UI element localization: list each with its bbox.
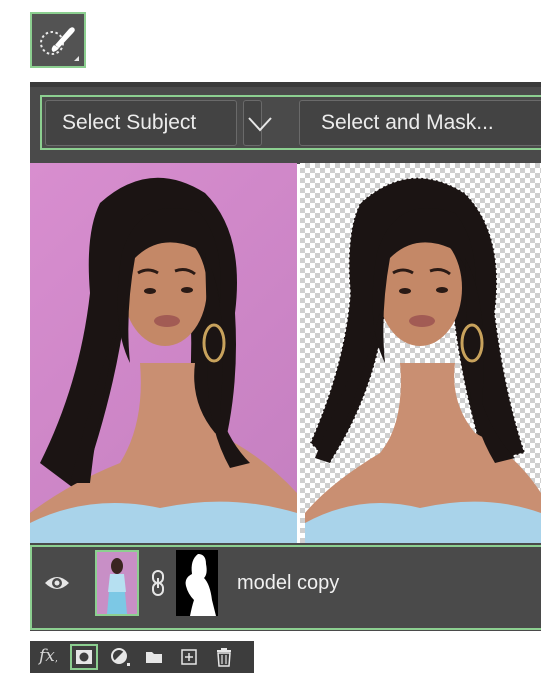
layer-thumbnail[interactable] <box>95 550 139 616</box>
trash-icon[interactable] <box>215 647 233 667</box>
eye-icon[interactable] <box>43 573 71 593</box>
layer-mask-thumbnail[interactable] <box>176 550 218 616</box>
fx-icon[interactable]: fx, <box>39 646 58 666</box>
fx-label: fx <box>39 646 55 666</box>
masked-photo <box>300 163 541 543</box>
chevron-down-icon[interactable] <box>247 112 273 134</box>
adjustment-layer-icon[interactable] <box>110 646 132 668</box>
select-subject-button[interactable]: Select Subject <box>45 100 237 146</box>
chain-link-icon[interactable] <box>148 568 168 598</box>
new-layer-icon[interactable] <box>180 648 198 666</box>
add-mask-icon[interactable] <box>70 644 98 670</box>
tool-group-corner-icon <box>74 56 79 61</box>
original-photo <box>30 163 297 543</box>
quick-selection-tool-button[interactable] <box>30 12 86 68</box>
select-and-mask-button[interactable]: Select and Mask... <box>299 100 541 146</box>
folder-icon[interactable] <box>145 649 163 665</box>
layer-name[interactable]: model copy <box>237 572 339 595</box>
